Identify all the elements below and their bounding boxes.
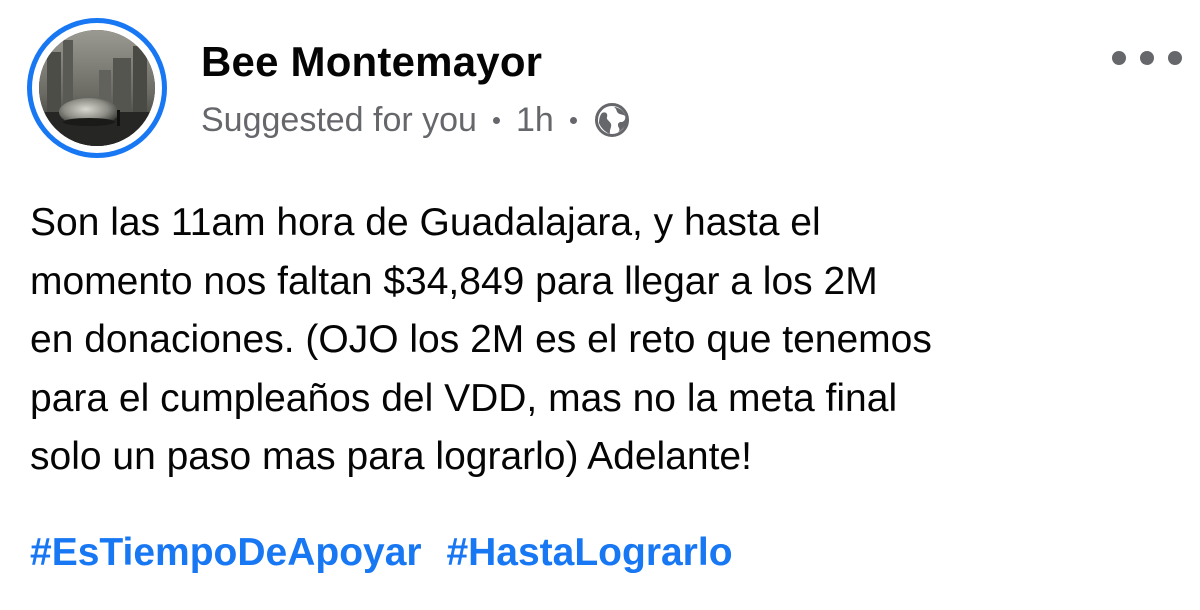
post-text-line: momento nos faltan $34,849 para llegar a…	[30, 259, 878, 303]
hashtag-link[interactable]: #HastaLograrlo	[446, 531, 732, 574]
avatar[interactable]	[27, 18, 167, 158]
post-meta: Suggested for you 1h	[201, 98, 631, 142]
post-text-line: para el cumpleaños del VDD, mas no la me…	[30, 376, 898, 420]
separator-dot	[569, 116, 577, 124]
separator-dot	[492, 116, 500, 124]
avatar-image	[39, 30, 155, 146]
post-timestamp[interactable]: 1h	[516, 101, 554, 140]
hashtag-link[interactable]: #EsTiempoDeApoyar	[30, 531, 422, 574]
globe-icon[interactable]	[593, 101, 631, 139]
hashtag-row: #EsTiempoDeApoyar #HastaLograrlo	[30, 524, 747, 582]
more-options-icon[interactable]	[1112, 40, 1182, 76]
post-text-line: solo un paso mas para lograrlo) Adelante…	[30, 435, 752, 478]
more-dot	[1168, 51, 1182, 65]
post-text-line: en donaciones. (OJO los 2M es el reto qu…	[30, 318, 932, 361]
post-card: Bee Montemayor Suggested for you 1h Son …	[0, 0, 1200, 610]
post-text-line: Son las 11am hora de Guadalajara, y hast…	[30, 201, 821, 244]
author-name[interactable]: Bee Montemayor	[201, 38, 542, 86]
more-dot	[1140, 51, 1154, 65]
suggested-label: Suggested for you	[201, 100, 477, 139]
post-body-text: Son las 11am hora de Guadalajara, y hast…	[30, 194, 1190, 487]
more-dot	[1112, 51, 1126, 65]
